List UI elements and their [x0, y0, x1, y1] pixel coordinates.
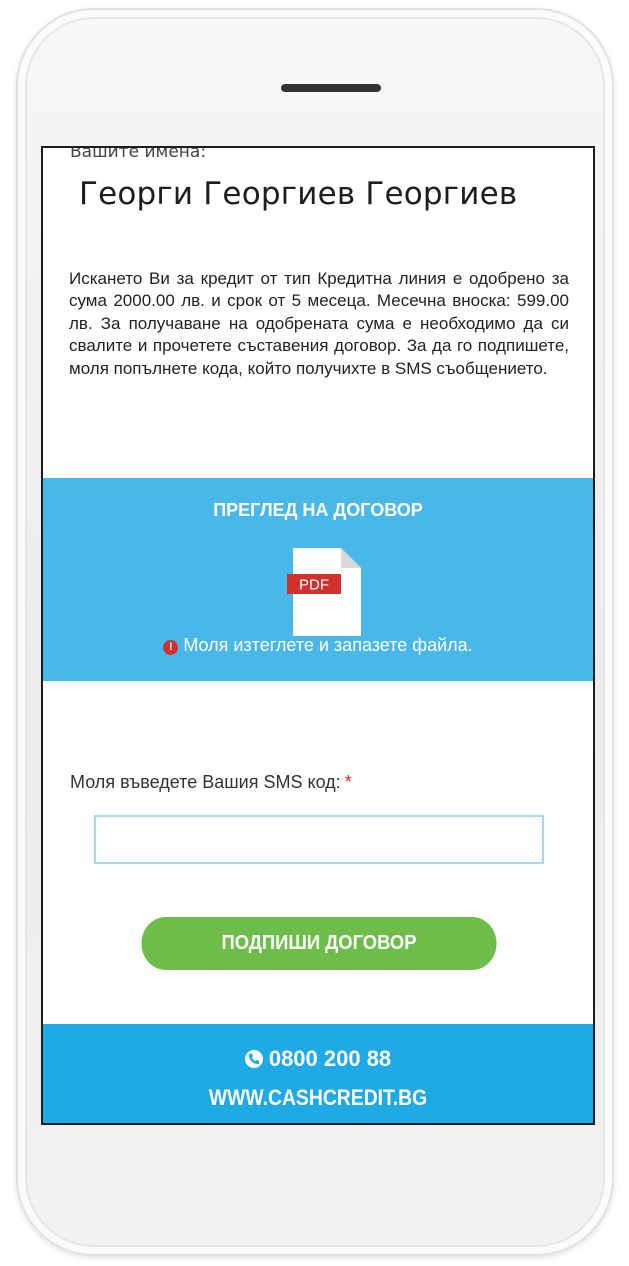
phone-screen: Вашите имена: Георги Георгиев Георгиев И…	[41, 146, 595, 1125]
phone-icon	[244, 1050, 263, 1068]
approval-message: Искането Ви за кредит от тип Кредитна ли…	[69, 269, 569, 378]
sms-code-label-text: Моля въведете Вашия SMS код:	[70, 772, 341, 792]
name-label: Вашите имена:	[70, 146, 207, 162]
applicant-name: Георги Георгиев Георгиев	[79, 176, 518, 212]
download-notice-text: Моля изтеглете и запазете файла.	[183, 635, 473, 655]
website-link[interactable]: WWW.CASHCREDIT.BG	[76, 1085, 560, 1111]
sign-contract-button[interactable]: ПОДПИШИ ДОГОВОР	[141, 917, 497, 970]
footer: 0800 200 88 WWW.CASHCREDIT.BG	[43, 1024, 593, 1123]
required-marker: *	[344, 772, 352, 792]
contract-preview-section: ПРЕГЛЕД НА ДОГОВОР PDF ! Моля изтеглете и…	[43, 478, 593, 681]
exclamation-icon: !	[163, 640, 179, 655]
phone-speaker	[281, 84, 381, 92]
sms-code-input[interactable]	[94, 815, 544, 864]
pdf-file-icon[interactable]: PDF	[287, 548, 361, 636]
contract-preview-title: ПРЕГЛЕД НА ДОГОВОР	[213, 500, 423, 520]
pdf-label: PDF	[299, 577, 329, 594]
phone-number: 0800 200 88	[268, 1046, 392, 1071]
download-notice: ! Моля изтеглете и запазете файла.	[43, 635, 593, 656]
sms-code-label: Моля въведете Вашия SMS код: *	[70, 772, 352, 793]
footer-phone[interactable]: 0800 200 88	[43, 1046, 593, 1072]
